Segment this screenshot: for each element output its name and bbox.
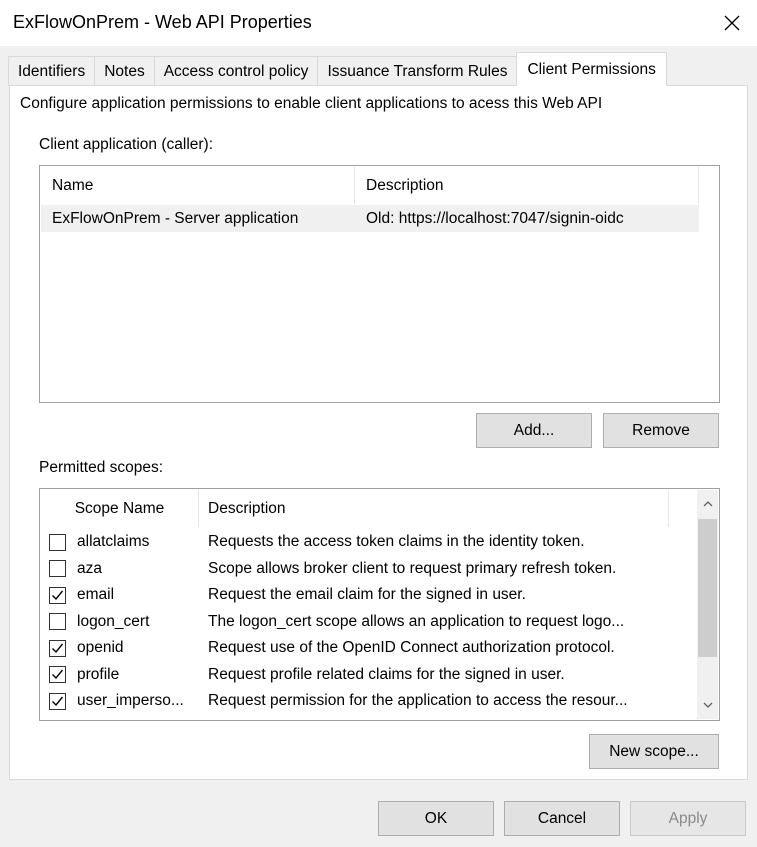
scope-name: aza: [77, 559, 102, 577]
scope-description: The logon_cert scope allows an applicati…: [208, 612, 625, 630]
scope-checkbox[interactable]: [49, 560, 66, 578]
client-name-cell: ExFlowOnPrem - Server application: [52, 209, 299, 227]
column-header-name[interactable]: Name: [41, 167, 355, 204]
list-item[interactable]: openid Request use of the OpenID Connect…: [41, 635, 698, 662]
permitted-scopes-label: Permitted scopes:: [39, 459, 164, 476]
panel-description: Configure application permissions to ena…: [20, 95, 603, 112]
scope-description: Request profile related claims for the s…: [208, 665, 565, 683]
client-list-header: Name Description: [41, 167, 718, 204]
checkmark-icon: [52, 696, 64, 706]
scope-checkbox[interactable]: [49, 639, 66, 657]
column-header-description[interactable]: Description: [355, 167, 699, 204]
checkmark-icon: [52, 669, 64, 680]
column-header-scope-description[interactable]: Description: [199, 490, 669, 527]
tab-identifiers[interactable]: Identifiers: [8, 56, 96, 86]
list-item[interactable]: logon_cert The logon_cert scope allows a…: [41, 609, 698, 636]
list-item[interactable]: profile Request profile related claims f…: [41, 662, 698, 689]
tab-notes[interactable]: Notes: [94, 56, 155, 86]
scope-description: Request permission for the application t…: [208, 692, 628, 710]
scope-name: user_imperso...: [77, 692, 184, 710]
add-client-button[interactable]: Add...: [476, 413, 592, 448]
list-item[interactable]: aza Scope allows broker client to reques…: [41, 556, 698, 583]
list-item[interactable]: allatclaims Requests the access token cl…: [41, 529, 698, 556]
column-header-scope-name[interactable]: Scope Name: [41, 490, 199, 527]
list-item[interactable]: email Request the email claim for the si…: [41, 582, 698, 609]
scope-description: Request use of the OpenID Connect author…: [208, 639, 615, 657]
tab-strip: Identifiers Notes Access control policy …: [8, 52, 667, 86]
tab-issuance-transform-rules[interactable]: Issuance Transform Rules: [317, 56, 518, 86]
client-permissions-panel: Configure application permissions to ena…: [9, 85, 748, 780]
scope-checkbox[interactable]: [49, 613, 66, 631]
tab-client-permissions[interactable]: Client Permissions: [516, 52, 667, 86]
scope-name: openid: [77, 639, 124, 657]
client-application-label: Client application (caller):: [39, 136, 214, 153]
scope-description: Request the email claim for the signed i…: [208, 586, 526, 604]
title-bar: ExFlowOnPrem - Web API Properties: [0, 0, 757, 46]
scope-description: Requests the access token claims in the …: [208, 533, 585, 551]
checkmark-icon: [52, 590, 64, 600]
close-button[interactable]: [717, 8, 747, 38]
permitted-scopes-list[interactable]: Scope Name Description allatclaims Reque…: [39, 488, 720, 721]
checkmark-icon: [52, 643, 64, 653]
scope-name: logon_cert: [77, 612, 150, 630]
scope-name: allatclaims: [77, 533, 150, 551]
close-icon: [724, 15, 740, 31]
scope-description: Scope allows broker client to request pr…: [208, 559, 617, 577]
scope-list-header: Scope Name Description: [41, 490, 698, 527]
list-item[interactable]: user_imperso... Request permission for t…: [41, 688, 698, 715]
chevron-up-icon: [703, 501, 712, 507]
remove-client-button[interactable]: Remove: [603, 413, 719, 448]
tab-access-control-policy[interactable]: Access control policy: [153, 56, 319, 86]
client-description-cell: Old: https://localhost:7047/signin-oidc: [366, 209, 624, 227]
scope-checkbox[interactable]: [49, 666, 66, 684]
scope-checkbox[interactable]: [49, 692, 66, 710]
scroll-thumb[interactable]: [698, 519, 717, 657]
table-row[interactable]: ExFlowOnPrem - Server application Old: h…: [41, 205, 699, 232]
scroll-down-button[interactable]: [697, 691, 718, 719]
scroll-up-button[interactable]: [697, 490, 718, 518]
scope-name: profile: [77, 665, 120, 683]
scope-rows: allatclaims Requests the access token cl…: [41, 529, 698, 715]
window-title: ExFlowOnPrem - Web API Properties: [13, 12, 312, 32]
client-application-list[interactable]: Name Description ExFlowOnPrem - Server a…: [39, 165, 720, 403]
scope-checkbox[interactable]: [49, 533, 66, 551]
ok-button[interactable]: OK: [378, 801, 494, 836]
scope-name: email: [77, 586, 115, 604]
dialog-body: Identifiers Notes Access control policy …: [0, 46, 757, 847]
scope-list-scrollbar[interactable]: [697, 490, 718, 719]
apply-button[interactable]: Apply: [630, 801, 746, 836]
chevron-down-icon: [703, 702, 712, 708]
new-scope-button[interactable]: New scope...: [589, 734, 719, 769]
cancel-button[interactable]: Cancel: [504, 801, 620, 836]
scope-checkbox[interactable]: [49, 586, 66, 604]
